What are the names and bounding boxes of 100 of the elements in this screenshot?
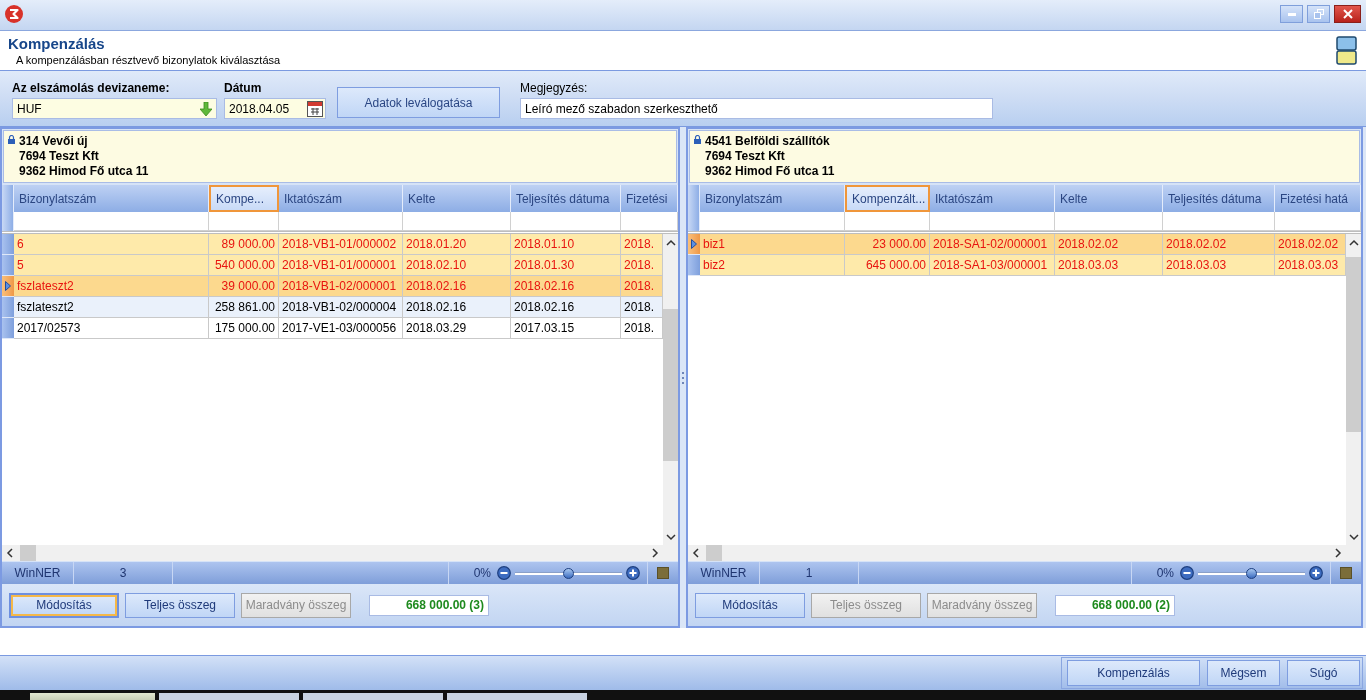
current-row-icon (691, 239, 697, 249)
filter-field[interactable] (403, 212, 511, 231)
filter-field[interactable] (279, 212, 403, 231)
filter-field[interactable] (700, 212, 845, 231)
down-arrow-icon[interactable] (200, 101, 212, 116)
slider-thumb[interactable] (563, 567, 574, 579)
column-header[interactable]: Teljesítés dátuma (1163, 185, 1275, 212)
table-row[interactable]: biz2 645 000.00 2018-SA1-03/000001 2018.03.03 2018.03.03 2018.03.03 (688, 255, 1346, 276)
currency-field[interactable]: HUF (12, 98, 217, 119)
table-row[interactable]: fszlateszt2 39 000.00 2018-VB1-02/000001 2018.02.16 2018.02.16 2018. (2, 276, 663, 297)
dialog-button[interactable]: Mégsem (1207, 660, 1280, 686)
info-line: 9362 Himod Fő utca 11 (19, 164, 149, 179)
dialog-subtitle: A kompenzálásban résztvevő bizonylatok kiválasztása (15, 53, 281, 67)
filter-field[interactable] (1055, 212, 1163, 231)
stacked-panels-icon[interactable] (1336, 36, 1357, 66)
filter-field[interactable] (1163, 212, 1275, 231)
table-cell: 2017.03.15 (511, 318, 621, 339)
field-label: Megjegyzés: (520, 81, 589, 95)
scrollbar-thumb[interactable] (20, 545, 36, 561)
fetch-button[interactable]: Adatok leválogatása (337, 87, 500, 118)
column-header[interactable]: Kompe... (209, 185, 279, 212)
filter-field[interactable] (621, 212, 678, 231)
grid-corner (688, 185, 700, 231)
vertical-scrollbar[interactable] (663, 234, 678, 545)
horizontal-scrollbar[interactable] (688, 545, 1361, 561)
table-row[interactable]: biz1 23 000.00 2018-SA1-02/000001 2018.02.02 2018.02.02 2018.02.02 (688, 234, 1346, 255)
table-cell: 2018-SA1-03/000001 (930, 255, 1055, 276)
scroll-right-icon[interactable] (1334, 548, 1342, 558)
row-indicator[interactable] (688, 234, 700, 255)
table-cell: 2017-VE1-03/000056 (279, 318, 403, 339)
scroll-left-icon[interactable] (6, 548, 14, 558)
current-row-icon (5, 281, 11, 291)
scroll-down-icon[interactable] (1348, 532, 1359, 541)
table-row[interactable]: fszlateszt2 258 861.00 2018-VB1-02/000004 2018.02.16 2018.02.16 2018. (2, 297, 663, 318)
restore-button[interactable] (1307, 5, 1330, 23)
column-header[interactable]: Kelte (403, 185, 511, 212)
column-header[interactable]: Kelte (1055, 185, 1163, 212)
scrollbar-thumb[interactable] (706, 545, 722, 561)
filter-field[interactable] (511, 212, 621, 231)
total-field: 668 000.00 (2) (1055, 594, 1175, 616)
zoom-in-icon[interactable] (1309, 566, 1323, 580)
restore-icon (1313, 9, 1324, 19)
table-row[interactable]: 2017/02573 175 000.00 2017-VE1-03/000056 2018.03.29 2017.03.15 2018. (2, 318, 663, 339)
total-field: 668 000.00 (3) (369, 594, 489, 616)
table-cell: 2018.03.03 (1055, 255, 1163, 276)
column-header[interactable]: Iktatószám (930, 185, 1055, 212)
zoom-out-icon[interactable] (1180, 566, 1194, 580)
filter-field[interactable] (209, 212, 279, 231)
scroll-down-icon[interactable] (665, 532, 676, 541)
zoom-slider[interactable] (1198, 567, 1305, 579)
close-button[interactable] (1334, 5, 1361, 23)
app-logo-icon[interactable] (5, 5, 23, 23)
column-header[interactable]: Teljesítés dátuma (511, 185, 621, 212)
table-cell: 2018.03.03 (1163, 255, 1275, 276)
table-row[interactable]: 6 89 000.00 2018-VB1-01/000002 2018.01.20 2018.01.10 2018. (2, 234, 663, 255)
scroll-right-icon[interactable] (651, 548, 659, 558)
filter-field[interactable] (1275, 212, 1361, 231)
action-button[interactable]: Módosítás (9, 592, 119, 618)
taskbar-button[interactable] (30, 693, 155, 700)
field-label: Az elszámolás devizaneme: (12, 81, 171, 95)
info-line: 7694 Teszt Kft (705, 149, 786, 164)
info-line: 9362 Himod Fő utca 11 (705, 164, 835, 179)
column-header[interactable]: Iktatószám (279, 185, 403, 212)
close-icon (1342, 9, 1353, 19)
table-cell: 2018.03.29 (403, 318, 511, 339)
row-indicator[interactable] (2, 276, 14, 297)
lock-icon (8, 135, 15, 144)
horizontal-scrollbar[interactable] (2, 545, 678, 561)
column-header[interactable]: Fizetési (621, 185, 678, 212)
scrollbar-thumb[interactable] (1346, 257, 1361, 432)
column-header[interactable]: Kompenzált... (845, 185, 930, 212)
scroll-up-icon[interactable] (1348, 238, 1359, 247)
scroll-up-icon[interactable] (665, 238, 676, 247)
dialog-button[interactable]: Kompenzálás (1067, 660, 1200, 686)
table-cell: 645 000.00 (845, 255, 930, 276)
slider-thumb[interactable] (1246, 567, 1257, 579)
zoom-out-icon[interactable] (497, 566, 511, 580)
table-cell: 175 000.00 (209, 318, 279, 339)
note-field[interactable]: Leíró mező szabadon szerkeszthető (520, 98, 993, 119)
color-swatch-icon (657, 567, 669, 579)
table-row[interactable]: 5 540 000.00 2018-VB1-01/000001 2018.02.10 2018.01.30 2018. (2, 255, 663, 276)
dialog-button[interactable]: Súgó (1287, 660, 1360, 686)
action-button[interactable]: Módosítás (695, 592, 805, 618)
minimize-button[interactable] (1280, 5, 1303, 23)
scrollbar-thumb[interactable] (663, 309, 678, 461)
zoom-slider[interactable] (515, 567, 622, 579)
date-field[interactable]: 2018.04.05 (224, 98, 326, 119)
scroll-left-icon[interactable] (692, 548, 700, 558)
lock-icon (694, 135, 701, 144)
column-header[interactable]: Bizonylatszám (14, 185, 209, 212)
filter-field[interactable] (845, 212, 930, 231)
action-button[interactable]: Teljes összeg (125, 592, 235, 618)
column-header[interactable]: Fizetési hatá (1275, 185, 1361, 212)
vertical-scrollbar[interactable] (1346, 234, 1361, 545)
table-cell: biz2 (700, 255, 845, 276)
calendar-icon[interactable] (307, 100, 323, 117)
zoom-in-icon[interactable] (626, 566, 640, 580)
filter-field[interactable] (930, 212, 1055, 231)
filter-field[interactable] (14, 212, 209, 231)
column-header[interactable]: Bizonylatszám (700, 185, 845, 212)
